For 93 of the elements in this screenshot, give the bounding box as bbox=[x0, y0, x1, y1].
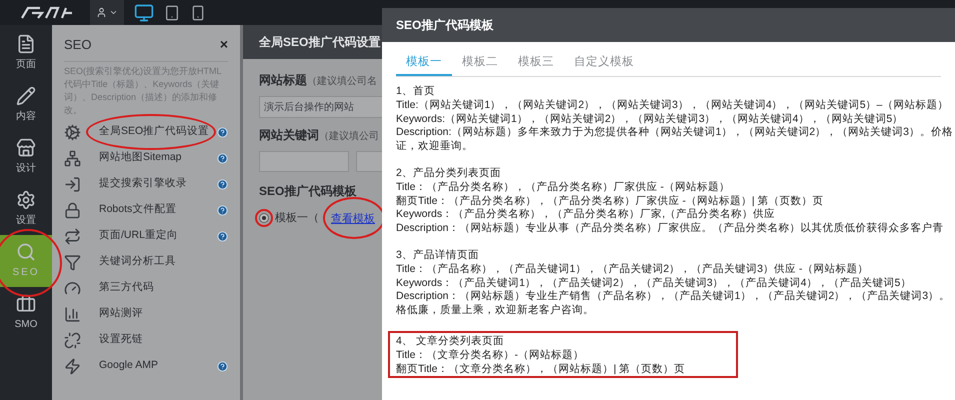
template-line: 翻页Title：（文章分类名称），（网站标题）| 第（页数）页 bbox=[396, 362, 686, 376]
template-line: Keywords：（产品分类名称），（产品分类名称）厂家,（产品分类名称）供应 bbox=[396, 208, 776, 222]
sidebar-item[interactable]: 设计 bbox=[0, 131, 52, 183]
menu-item-label: 第三方代码 bbox=[99, 280, 155, 296]
menu-item-label: 关键词分析工具 bbox=[99, 254, 177, 270]
desktop-icon[interactable] bbox=[134, 2, 154, 22]
modal-title: SEO推广代码模板 bbox=[396, 17, 494, 34]
field-hint: （建议填公司名 bbox=[307, 74, 377, 89]
template-line: 证，欢迎垂询。 bbox=[396, 140, 474, 154]
template-line: Description：（网站标题）专业从事（产品分类名称）厂家供应。（产品分类名称）以其优质低价获得众多客户青 bbox=[396, 222, 945, 236]
radio-button[interactable] bbox=[259, 213, 269, 223]
repeat-icon bbox=[64, 228, 81, 244]
view-template-link[interactable]: 查看模板 bbox=[331, 213, 375, 225]
menu-item-label: 提交搜索引擎收录 bbox=[99, 176, 188, 192]
menu-item-label: 页面/URL重定向 bbox=[99, 228, 179, 244]
phone-icon[interactable] bbox=[190, 4, 206, 20]
menu-item[interactable]: Robots文件配置 bbox=[64, 197, 217, 223]
field-hint: （建议填公司 bbox=[319, 130, 379, 144]
lightning-icon bbox=[64, 358, 81, 374]
menu-item[interactable]: 第三方代码 bbox=[64, 275, 228, 301]
sitemap-icon bbox=[64, 150, 81, 166]
sidebar-label: 内容 bbox=[16, 110, 36, 124]
menu-item[interactable]: 网站测评 bbox=[64, 301, 228, 327]
help-icon[interactable] bbox=[217, 204, 228, 216]
menu-item-label: 全局SEO推广代码设置 bbox=[99, 124, 210, 140]
sidebar-item[interactable]: 设置 bbox=[0, 183, 52, 235]
tablet-icon[interactable] bbox=[164, 4, 180, 20]
menu-item[interactable]: 网站地图Sitemap bbox=[64, 145, 217, 171]
sidebar-label: 页面 bbox=[16, 58, 36, 72]
menu-item-label: 网站地图Sitemap bbox=[99, 150, 183, 166]
template-line: 1、首页 bbox=[396, 85, 436, 99]
help-icon[interactable] bbox=[217, 230, 228, 242]
gauge-icon bbox=[64, 280, 81, 296]
file-icon bbox=[16, 34, 36, 54]
filter-icon bbox=[64, 254, 81, 270]
sidebar-item[interactable]: SMO bbox=[0, 287, 52, 339]
user-menu[interactable] bbox=[90, 0, 124, 25]
gear-icon bbox=[16, 190, 36, 210]
menu-item[interactable]: 全局SEO推广代码设置 bbox=[64, 119, 217, 145]
search-icon bbox=[16, 242, 36, 262]
sidebar-label: 设置 bbox=[16, 214, 36, 228]
panel-title: SEO bbox=[64, 36, 92, 54]
sidebar-item[interactable]: 内容 bbox=[0, 79, 52, 131]
input-field[interactable] bbox=[259, 151, 349, 172]
section-heading: SEO推广代码模板 bbox=[259, 183, 358, 200]
template-line: Title：（产品分类名称），（产品分类名称）厂家供应 -（网站标题） bbox=[396, 180, 731, 195]
sidebar-label: SEO bbox=[12, 266, 40, 280]
caret-icon bbox=[109, 8, 118, 17]
tab[interactable]: 模板三 bbox=[508, 54, 564, 76]
tab[interactable]: 模板一 bbox=[396, 54, 452, 76]
help-icon[interactable] bbox=[217, 126, 228, 138]
template-line: 2、产品分类列表页面 bbox=[396, 167, 502, 181]
menu-item[interactable]: 提交搜索引擎收录 bbox=[64, 171, 217, 197]
template-line: 4、 文章分类列表页面 bbox=[396, 335, 505, 349]
sign-in-icon bbox=[64, 176, 81, 192]
menu-item-label: Google AMP bbox=[99, 358, 159, 374]
field-label: 网站关键词 bbox=[259, 127, 319, 144]
menu-item-label: 设置死链 bbox=[99, 332, 144, 348]
broken-link-icon bbox=[64, 332, 81, 348]
template-line: Title：（文章分类名称）-（网站标题） bbox=[396, 349, 585, 363]
store-icon bbox=[16, 138, 36, 158]
template-line: 翻页Title：（产品分类名称），（产品分类名称）厂家供应 -（网站标题）| 第（页数）页 bbox=[396, 194, 825, 208]
menu-item[interactable]: 关键词分析工具 bbox=[64, 249, 228, 275]
template-line: Keywords：（产品关键词1），（产品关键词2），（产品关键词3），（产品关键词4），（产品关键词5） bbox=[396, 276, 912, 290]
bar-chart-icon bbox=[64, 306, 81, 322]
menu-item-label: 网站测评 bbox=[99, 306, 144, 322]
template-line: Title：（产品名称），（产品关键词1），（产品关键词2），（产品关键词3）供应 -（网站标题） bbox=[396, 262, 870, 277]
template-line: 格低廉，质量上乘，欢迎新老客户咨询。 bbox=[396, 304, 595, 318]
help-icon[interactable] bbox=[217, 152, 228, 164]
pencil-icon bbox=[16, 86, 36, 106]
template-line: Description:（网站标题）多年来致力于为您提供各种（网站关键词1），（网站关键词2），（网站关键词3）。价格 bbox=[396, 126, 954, 140]
template-line: Description：（网站标题）专业生产销售（产品名称），（产品关键词1），（产品关键词2），（产品关键词3）。 bbox=[396, 290, 952, 304]
menu-item[interactable]: 页面/URL重定向 bbox=[64, 223, 217, 249]
sidebar-label: SMO bbox=[14, 318, 38, 332]
menu-item[interactable]: Google AMP bbox=[64, 353, 217, 379]
menu-item[interactable]: 设置死链 bbox=[64, 327, 228, 353]
option-label: 模板一（ bbox=[275, 210, 319, 226]
lock-icon bbox=[64, 202, 81, 218]
panel-title: 全局SEO推广代码设置 bbox=[259, 34, 380, 51]
logo-icon bbox=[18, 6, 74, 20]
close-button[interactable]: × bbox=[220, 34, 228, 55]
field-label: 网站标题 bbox=[259, 72, 307, 89]
user-icon bbox=[96, 7, 107, 18]
sidebar-label: 设计 bbox=[16, 162, 36, 176]
template-line: 3、产品详情页面 bbox=[396, 249, 480, 263]
help-icon[interactable] bbox=[217, 360, 228, 372]
help-icon[interactable] bbox=[217, 178, 228, 190]
tab[interactable]: 模板二 bbox=[452, 54, 508, 76]
sidebar-item[interactable]: 页面 bbox=[0, 27, 52, 79]
menu-item-label: Robots文件配置 bbox=[99, 202, 178, 218]
gears-icon bbox=[64, 124, 81, 140]
tab[interactable]: 自定义模板 bbox=[564, 54, 644, 76]
briefcase-icon bbox=[16, 294, 36, 314]
